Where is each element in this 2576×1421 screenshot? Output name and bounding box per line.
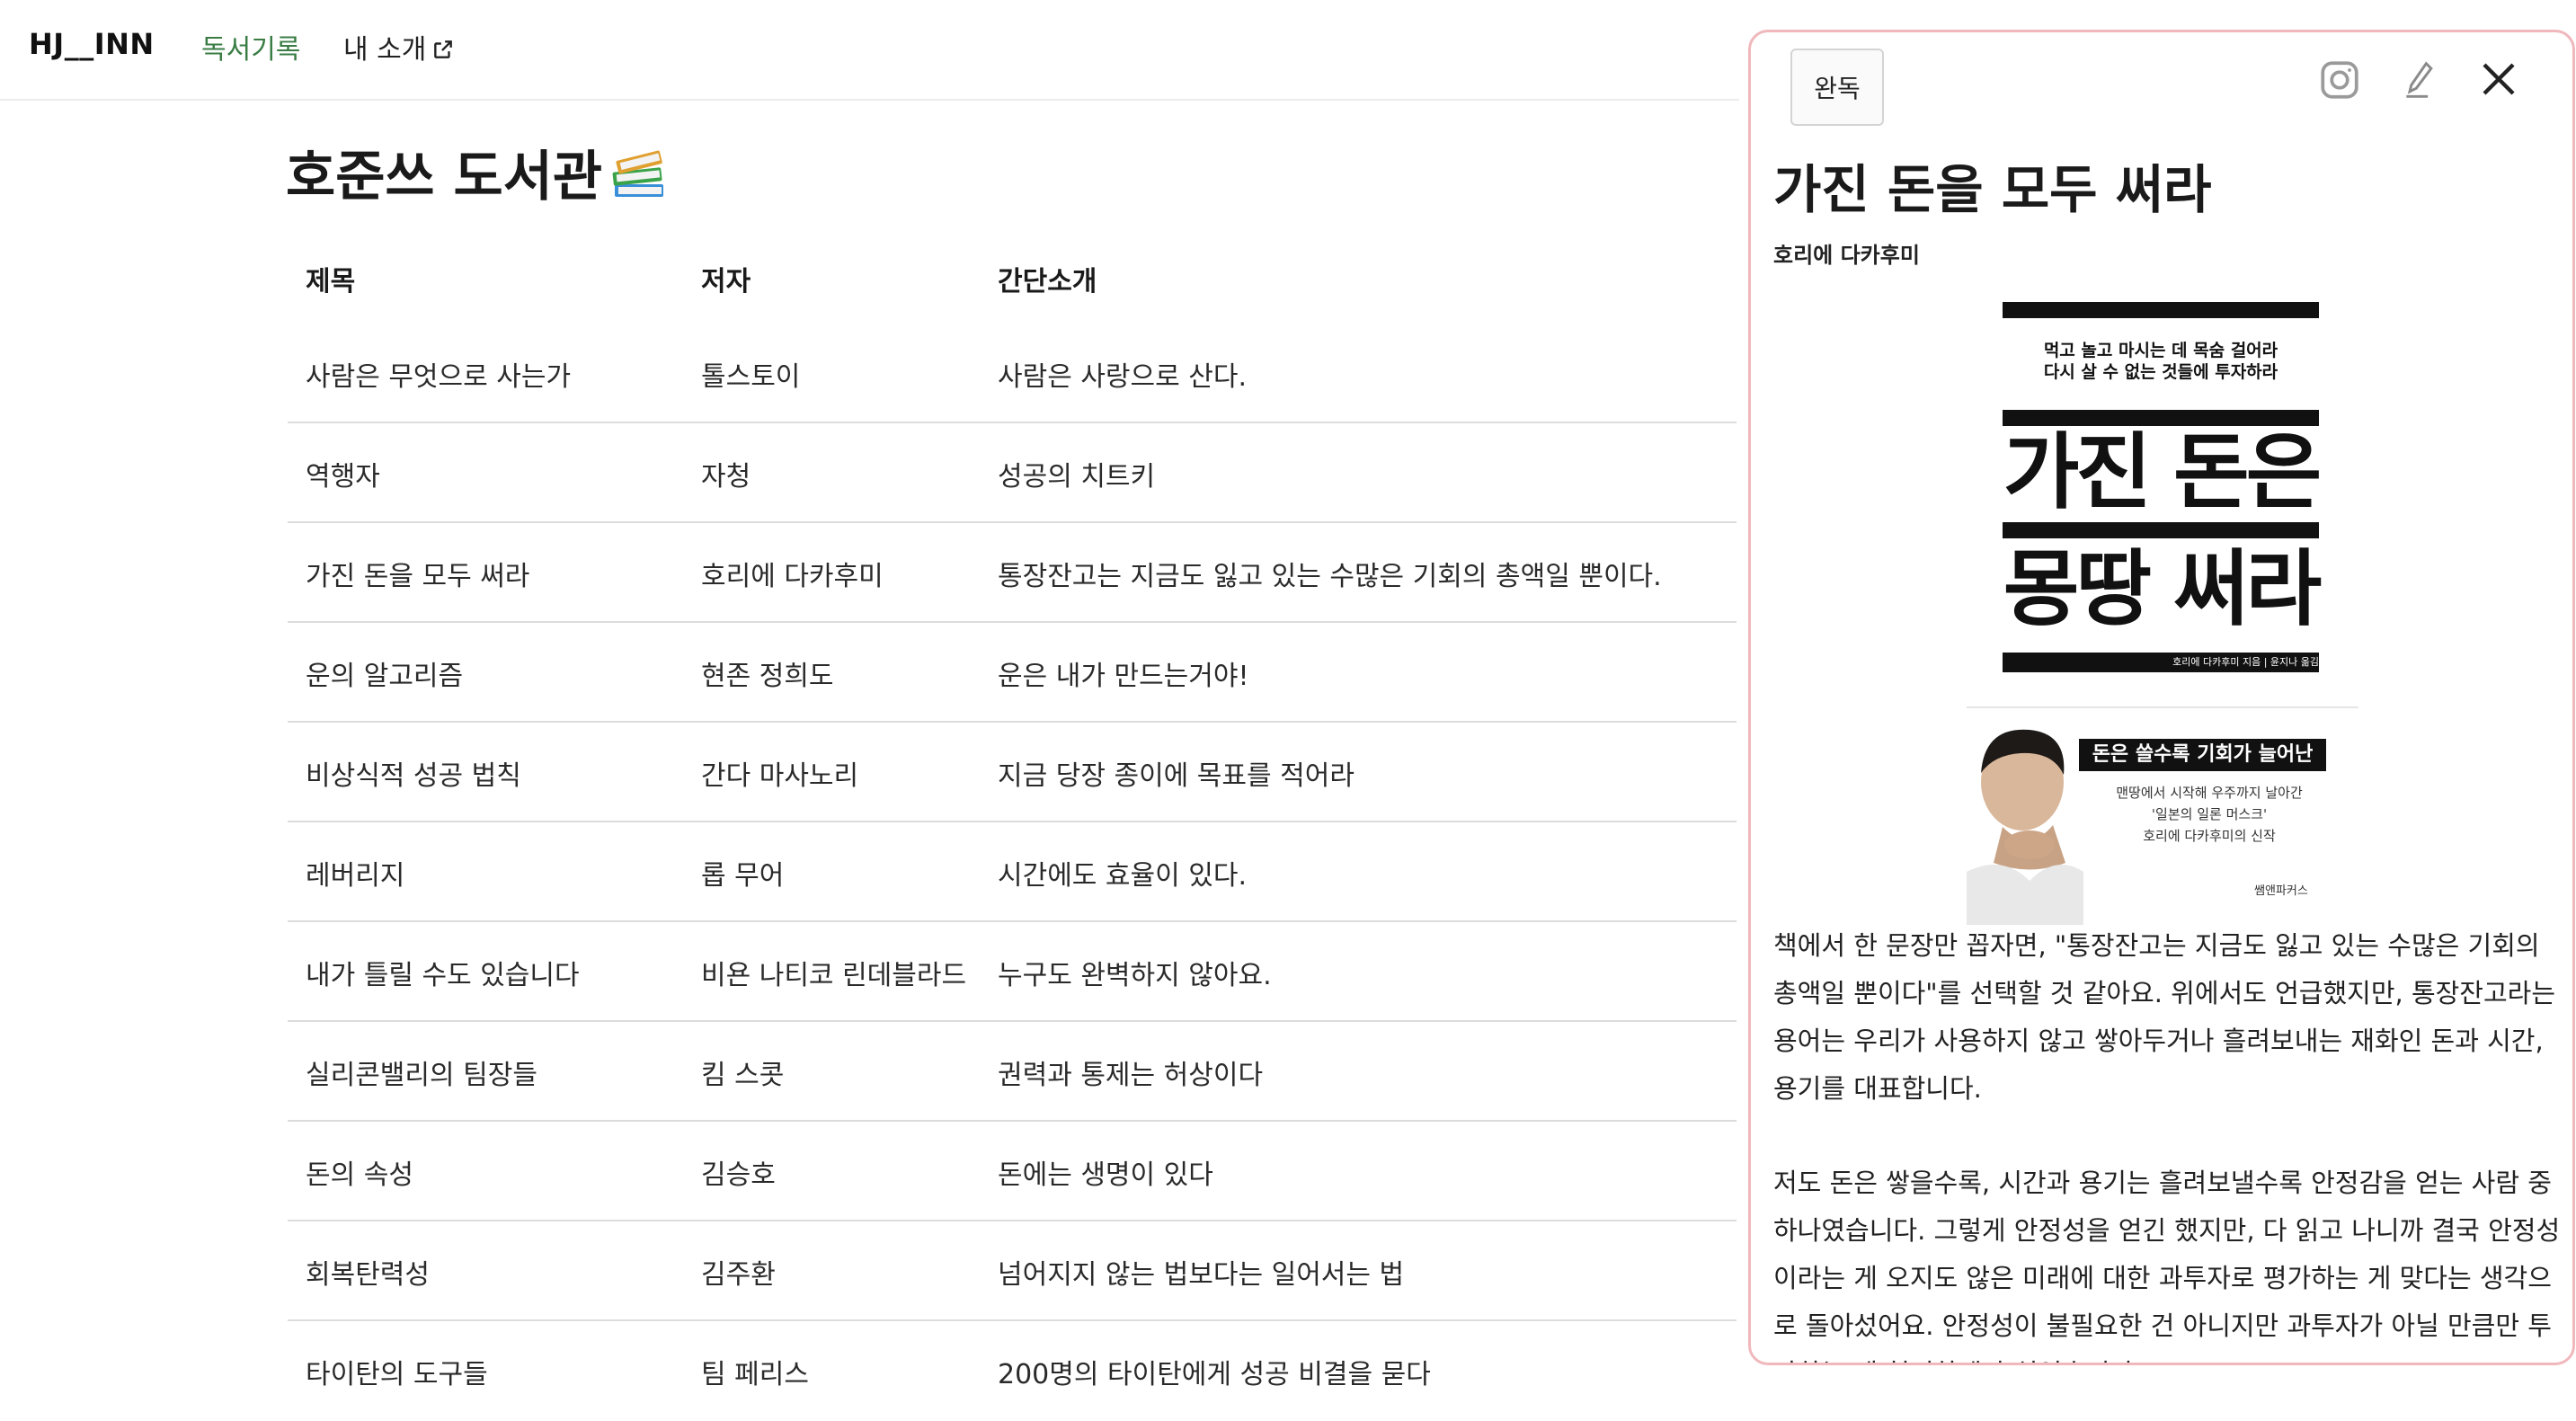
cover-subtitle-line: 다시 살 수 없는 것들에 투자하라 <box>2043 362 2278 382</box>
book-summary-cell: 통장잔고는 지금도 잃고 있는 수많은 기회의 총액일 뿐이다. <box>998 561 1662 592</box>
nav-link-about-me[interactable]: 내 소개 <box>343 27 455 68</box>
table-row[interactable]: 운의 알고리즘 현존 정희도 운은 내가 만드는거야! <box>288 623 1737 723</box>
review-paragraph: 책에서 한 문장만 꼽자면, "통장잔고는 지금도 잃고 있는 수많은 기회의 … <box>1773 930 2556 1104</box>
table-row[interactable]: 역행자 자청 성공의 치트키 <box>288 423 1737 523</box>
table-row[interactable]: 돈의 속성 김승호 돈에는 생명이 있다 <box>288 1122 1737 1221</box>
book-author-cell: 킴 스콧 <box>701 1060 785 1091</box>
cover-publisher: 쌤앤파커스 <box>2254 884 2308 898</box>
cover-banner: 돈은 쓸수록 기회가 늘어난다! <box>2079 739 2326 798</box>
page-title-text: 호준쓰 도서관 <box>286 146 603 209</box>
book-summary-cell: 성공의 치트키 <box>998 461 1156 493</box>
book-title-cell: 실리콘밸리의 팀장들 <box>306 1060 537 1091</box>
nav-link-about-me-label: 내 소개 <box>343 34 427 66</box>
book-author-cell: 호리에 다카후미 <box>701 561 884 592</box>
table-row[interactable]: 가진 돈을 모두 써라 호리에 다카후미 통장잔고는 지금도 잃고 있는 수많은 기… <box>288 523 1737 623</box>
book-title-cell: 타이탄의 도구들 <box>306 1359 488 1390</box>
book-summary-cell: 사람은 사랑으로 산다. <box>998 361 1248 393</box>
cover-description-line: 맨땅에서 시작해 우주까지 날아간 <box>2116 785 2303 801</box>
column-header-summary: 간단소개 <box>998 266 1097 298</box>
pen-icon[interactable] <box>2400 58 2439 106</box>
external-link-icon <box>431 37 455 68</box>
table-row[interactable]: 타이탄의 도구들 팀 페리스 200명의 타이탄에게 성공 비결을 묻다 <box>288 1321 1737 1421</box>
table-row[interactable]: 내가 틀릴 수도 있습니다 비욘 나티코 린데블라드 누구도 완벽하지 않아요. <box>288 922 1737 1022</box>
book-title-cell: 회복탄력성 <box>306 1259 430 1291</box>
book-summary-cell: 돈에는 생명이 있다 <box>998 1159 1213 1191</box>
cover-big-title: 몽땅 써라 <box>2003 541 2323 637</box>
book-author-cell: 간다 마사노리 <box>701 760 859 792</box>
book-summary-cell: 누구도 완벽하지 않아요. <box>998 960 1272 991</box>
review-paragraph: 저도 돈은 쌓을수록, 시간과 용기는 흘려보낼수록 안정감을 얻는 사람 중 … <box>1773 1168 2561 1363</box>
column-header-title: 제목 <box>306 266 356 298</box>
book-title-cell: 비상식적 성공 법칙 <box>306 760 521 792</box>
book-author-cell: 톨스토이 <box>701 361 801 393</box>
cover-credit: 호리에 다카후미 지음 | 윤지나 옮김 <box>2003 653 2319 672</box>
panel-review-text: 책에서 한 문장만 꼽자면, "통장잔고는 지금도 잃고 있는 수많은 기회의 … <box>1773 922 2564 1363</box>
cover-divider <box>1967 706 2358 708</box>
page-title: 호준쓰 도서관 <box>286 133 667 214</box>
book-summary-cell: 200명의 타이탄에게 성공 비결을 묻다 <box>998 1359 1431 1390</box>
site-logo[interactable]: HJ__INN <box>29 27 155 61</box>
book-title-cell: 레버리지 <box>306 860 405 892</box>
cover-description: 맨땅에서 시작해 우주까지 날아간 '일본의 일론 머스크' 호리에 다카후미의… <box>2092 782 2326 847</box>
book-title-cell: 가진 돈을 모두 써라 <box>306 561 530 592</box>
book-summary-cell: 시간에도 효율이 있다. <box>998 860 1248 892</box>
panel-book-author: 호리에 다카후미 <box>1773 243 1920 268</box>
author-photo <box>1967 719 2083 925</box>
top-navigation: HJ__INN 독서기록 내 소개 <box>0 0 1739 101</box>
table-row[interactable]: 레버리지 롭 무어 시간에도 효율이 있다. <box>288 822 1737 922</box>
book-summary-cell: 지금 당장 종이에 목표를 적어라 <box>998 760 1355 792</box>
book-table: 제목 저자 간단소개 사람은 무엇으로 사는가 톨스토이 사람은 사랑으로 산다. … <box>288 234 1737 1421</box>
book-summary-cell: 운은 내가 만드는거야! <box>998 661 1249 692</box>
book-author-cell: 김승호 <box>701 1159 776 1191</box>
book-cover-image: 먹고 놀고 마시는 데 목숨 걸어라 다시 살 수 없는 것들에 투자하라 가진… <box>1967 302 2358 925</box>
table-row[interactable]: 실리콘밸리의 팀장들 킴 스콧 권력과 통제는 허상이다 <box>288 1022 1737 1122</box>
book-author-cell: 자청 <box>701 461 751 493</box>
table-row[interactable]: 회복탄력성 김주환 넘어지지 않는 법보다는 일어서는 법 <box>288 1221 1737 1321</box>
book-author-cell: 팀 페리스 <box>701 1359 809 1390</box>
column-header-author: 저자 <box>701 266 751 298</box>
book-author-cell: 롭 무어 <box>701 860 785 892</box>
books-icon <box>611 148 667 214</box>
table-row[interactable]: 사람은 무엇으로 사는가 톨스토이 사람은 사랑으로 산다. <box>288 324 1737 423</box>
cover-bottom-area: 돈은 쓸수록 기회가 늘어난다! 맨땅에서 시작해 우주까지 날아간 '일본의 … <box>1967 719 2358 925</box>
cover-subtitle-line: 먹고 놀고 마시는 데 목숨 걸어라 <box>2043 341 2278 360</box>
instagram-icon[interactable] <box>2317 58 2362 106</box>
close-icon[interactable] <box>2477 58 2520 104</box>
cover-bar <box>2003 302 2319 318</box>
cover-top-area: 먹고 놀고 마시는 데 목숨 걸어라 다시 살 수 없는 것들에 투자하라 가진… <box>1967 302 2344 679</box>
book-summary-cell: 권력과 통제는 허상이다 <box>998 1060 1264 1091</box>
cover-description-line: 호리에 다카후미의 신작 <box>2143 828 2276 844</box>
book-title-cell: 돈의 속성 <box>306 1159 413 1191</box>
book-author-cell: 비욘 나티코 린데블라드 <box>701 960 967 991</box>
book-title-cell: 역행자 <box>306 461 380 493</box>
nav-link-reading-log[interactable]: 독서기록 <box>201 27 300 67</box>
book-detail-panel: 완독 가진 돈을 모두 써라 호리에 다카후미 먹고 놀고 마시는 데 목숨 걸… <box>1748 30 2575 1365</box>
cover-big-title: 가진 돈은 <box>2003 424 2323 520</box>
book-author-cell: 김주환 <box>701 1259 776 1291</box>
book-author-cell: 현존 정희도 <box>701 661 834 692</box>
book-summary-cell: 넘어지지 않는 법보다는 일어서는 법 <box>998 1259 1405 1291</box>
table-header: 제목 저자 간단소개 <box>288 234 1737 324</box>
book-title-cell: 운의 알고리즘 <box>306 661 464 692</box>
status-badge[interactable]: 완독 <box>1790 49 1884 126</box>
book-title-cell: 사람은 무엇으로 사는가 <box>306 361 572 393</box>
panel-book-title: 가진 돈을 모두 써라 <box>1773 159 2212 220</box>
book-title-cell: 내가 틀릴 수도 있습니다 <box>306 960 580 991</box>
cover-bar <box>2003 522 2319 538</box>
cover-description-line: '일본의 일론 머스크' <box>2151 806 2268 822</box>
table-row[interactable]: 비상식적 성공 법칙 간다 마사노리 지금 당장 종이에 목표를 적어라 <box>288 723 1737 822</box>
